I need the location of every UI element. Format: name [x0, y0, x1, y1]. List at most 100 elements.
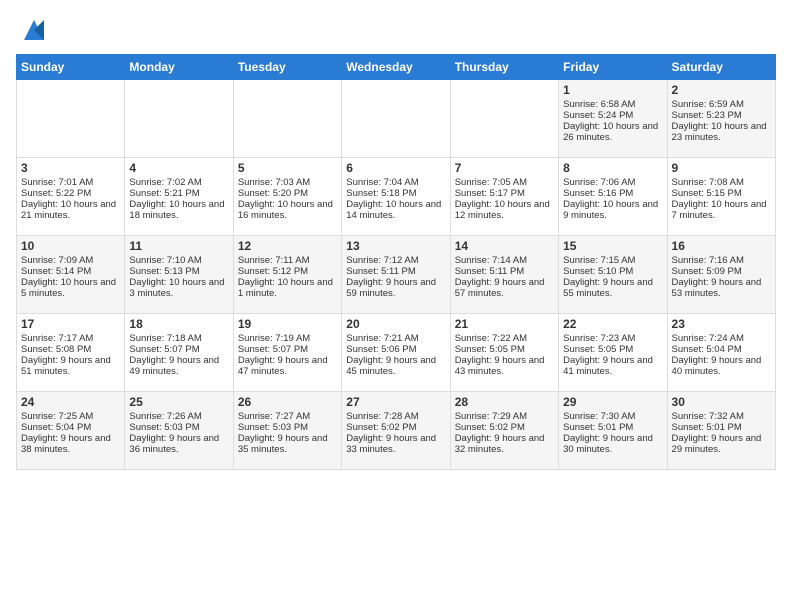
day-info: Sunrise: 7:10 AM — [129, 255, 228, 266]
day-info: Daylight: 10 hours and 7 minutes. — [672, 199, 771, 221]
day-info: Sunset: 5:08 PM — [21, 344, 120, 355]
calendar-cell: 1 Sunrise: 6:58 AMSunset: 5:24 PMDaylight… — [559, 80, 667, 158]
day-info: Sunset: 5:11 PM — [455, 266, 554, 277]
calendar-table: SundayMondayTuesdayWednesdayThursdayFrid… — [16, 54, 776, 470]
day-info: Daylight: 9 hours and 35 minutes. — [238, 433, 337, 455]
day-info: Sunrise: 7:02 AM — [129, 177, 228, 188]
calendar-cell: 23Sunrise: 7:24 AMSunset: 5:04 PMDayligh… — [667, 314, 775, 392]
day-info: Sunset: 5:01 PM — [563, 422, 662, 433]
day-header-tuesday: Tuesday — [233, 55, 341, 80]
day-info: Daylight: 10 hours and 26 minutes. — [563, 121, 662, 143]
day-info: Daylight: 9 hours and 45 minutes. — [346, 355, 445, 377]
calendar-cell: 19Sunrise: 7:19 AMSunset: 5:07 PMDayligh… — [233, 314, 341, 392]
calendar-cell: 11 Sunrise: 7:10 AMSunset: 5:13 PMDayligh… — [125, 236, 233, 314]
day-info: Sunset: 5:02 PM — [455, 422, 554, 433]
day-info: Sunset: 5:02 PM — [346, 422, 445, 433]
day-info: Sunrise: 7:28 AM — [346, 411, 445, 422]
calendar-cell: 5Sunrise: 7:03 AMSunset: 5:20 PMDaylight… — [233, 158, 341, 236]
calendar-cell: 10Sunrise: 7:09 AMSunset: 5:14 PMDayligh… — [17, 236, 125, 314]
day-info: Daylight: 9 hours and 49 minutes. — [129, 355, 228, 377]
page: SundayMondayTuesdayWednesdayThursdayFrid… — [0, 0, 792, 612]
day-info: Sunrise: 7:09 AM — [21, 255, 120, 266]
day-info: Sunset: 5:12 PM — [238, 266, 337, 277]
calendar-cell: 27 Sunrise: 7:28 AMSunset: 5:02 PMDayligh… — [342, 392, 450, 470]
day-info: Daylight: 9 hours and 38 minutes. — [21, 433, 120, 455]
day-info: Sunrise: 7:11 AM — [238, 255, 337, 266]
day-info: Daylight: 9 hours and 47 minutes. — [238, 355, 337, 377]
day-number: 22 — [563, 317, 662, 331]
calendar-cell: 20Sunrise: 7:21 AMSunset: 5:06 PMDayligh… — [342, 314, 450, 392]
day-number: 14 — [455, 239, 554, 253]
calendar-cell: 28Sunrise: 7:29 AMSunset: 5:02 PMDayligh… — [450, 392, 558, 470]
day-info: Sunset: 5:13 PM — [129, 266, 228, 277]
day-info: Daylight: 9 hours and 29 minutes. — [672, 433, 771, 455]
day-info: Sunrise: 7:26 AM — [129, 411, 228, 422]
week-row-0: 1 Sunrise: 6:58 AMSunset: 5:24 PMDaylight… — [17, 80, 776, 158]
day-info: Sunset: 5:04 PM — [21, 422, 120, 433]
day-number: 7 — [455, 161, 554, 175]
day-info: Sunset: 5:01 PM — [672, 422, 771, 433]
day-number: 17 — [21, 317, 120, 331]
day-header-thursday: Thursday — [450, 55, 558, 80]
calendar-cell: 16Sunrise: 7:16 AMSunset: 5:09 PMDayligh… — [667, 236, 775, 314]
day-number: 12 — [238, 239, 337, 253]
day-info: Sunset: 5:24 PM — [563, 110, 662, 121]
day-info: Sunset: 5:16 PM — [563, 188, 662, 199]
day-info: Sunset: 5:04 PM — [672, 344, 771, 355]
day-info: Sunset: 5:17 PM — [455, 188, 554, 199]
week-row-2: 10Sunrise: 7:09 AMSunset: 5:14 PMDayligh… — [17, 236, 776, 314]
day-info: Daylight: 9 hours and 33 minutes. — [346, 433, 445, 455]
day-info: Sunrise: 7:14 AM — [455, 255, 554, 266]
day-number: 18 — [129, 317, 228, 331]
day-info: Daylight: 10 hours and 16 minutes. — [238, 199, 337, 221]
day-info: Daylight: 10 hours and 9 minutes. — [563, 199, 662, 221]
day-info: Sunset: 5:05 PM — [455, 344, 554, 355]
calendar-cell: 29Sunrise: 7:30 AMSunset: 5:01 PMDayligh… — [559, 392, 667, 470]
day-header-friday: Friday — [559, 55, 667, 80]
day-info: Sunrise: 6:58 AM — [563, 99, 662, 110]
week-row-4: 24Sunrise: 7:25 AMSunset: 5:04 PMDayligh… — [17, 392, 776, 470]
day-info: Sunset: 5:15 PM — [672, 188, 771, 199]
day-number: 8 — [563, 161, 662, 175]
day-number: 13 — [346, 239, 445, 253]
day-info: Sunrise: 7:21 AM — [346, 333, 445, 344]
day-number: 11 — [129, 239, 228, 253]
day-info: Daylight: 9 hours and 51 minutes. — [21, 355, 120, 377]
day-info: Daylight: 10 hours and 3 minutes. — [129, 277, 228, 299]
day-info: Sunrise: 7:01 AM — [21, 177, 120, 188]
day-header-wednesday: Wednesday — [342, 55, 450, 80]
calendar-cell: 26Sunrise: 7:27 AMSunset: 5:03 PMDayligh… — [233, 392, 341, 470]
day-info: Daylight: 10 hours and 5 minutes. — [21, 277, 120, 299]
day-number: 15 — [563, 239, 662, 253]
day-info: Daylight: 9 hours and 40 minutes. — [672, 355, 771, 377]
day-info: Sunrise: 7:22 AM — [455, 333, 554, 344]
day-info: Sunrise: 7:32 AM — [672, 411, 771, 422]
day-number: 6 — [346, 161, 445, 175]
day-info: Daylight: 9 hours and 36 minutes. — [129, 433, 228, 455]
day-info: Sunrise: 7:18 AM — [129, 333, 228, 344]
day-info: Sunrise: 7:12 AM — [346, 255, 445, 266]
day-info: Sunrise: 7:27 AM — [238, 411, 337, 422]
day-info: Sunset: 5:22 PM — [21, 188, 120, 199]
day-info: Daylight: 9 hours and 41 minutes. — [563, 355, 662, 377]
day-info: Sunrise: 7:08 AM — [672, 177, 771, 188]
day-number: 9 — [672, 161, 771, 175]
day-number: 23 — [672, 317, 771, 331]
day-info: Sunrise: 7:23 AM — [563, 333, 662, 344]
day-info: Daylight: 10 hours and 14 minutes. — [346, 199, 445, 221]
calendar-cell: 15Sunrise: 7:15 AMSunset: 5:10 PMDayligh… — [559, 236, 667, 314]
day-number: 1 — [563, 83, 662, 97]
calendar-cell — [125, 80, 233, 158]
day-number: 24 — [21, 395, 120, 409]
day-number: 20 — [346, 317, 445, 331]
day-info: Daylight: 10 hours and 12 minutes. — [455, 199, 554, 221]
day-info: Sunrise: 7:15 AM — [563, 255, 662, 266]
day-info: Sunrise: 7:05 AM — [455, 177, 554, 188]
calendar-cell: 4Sunrise: 7:02 AMSunset: 5:21 PMDaylight… — [125, 158, 233, 236]
day-number: 27 — [346, 395, 445, 409]
header-row: SundayMondayTuesdayWednesdayThursdayFrid… — [17, 55, 776, 80]
day-header-saturday: Saturday — [667, 55, 775, 80]
day-number: 28 — [455, 395, 554, 409]
calendar-cell — [17, 80, 125, 158]
day-info: Sunrise: 7:16 AM — [672, 255, 771, 266]
